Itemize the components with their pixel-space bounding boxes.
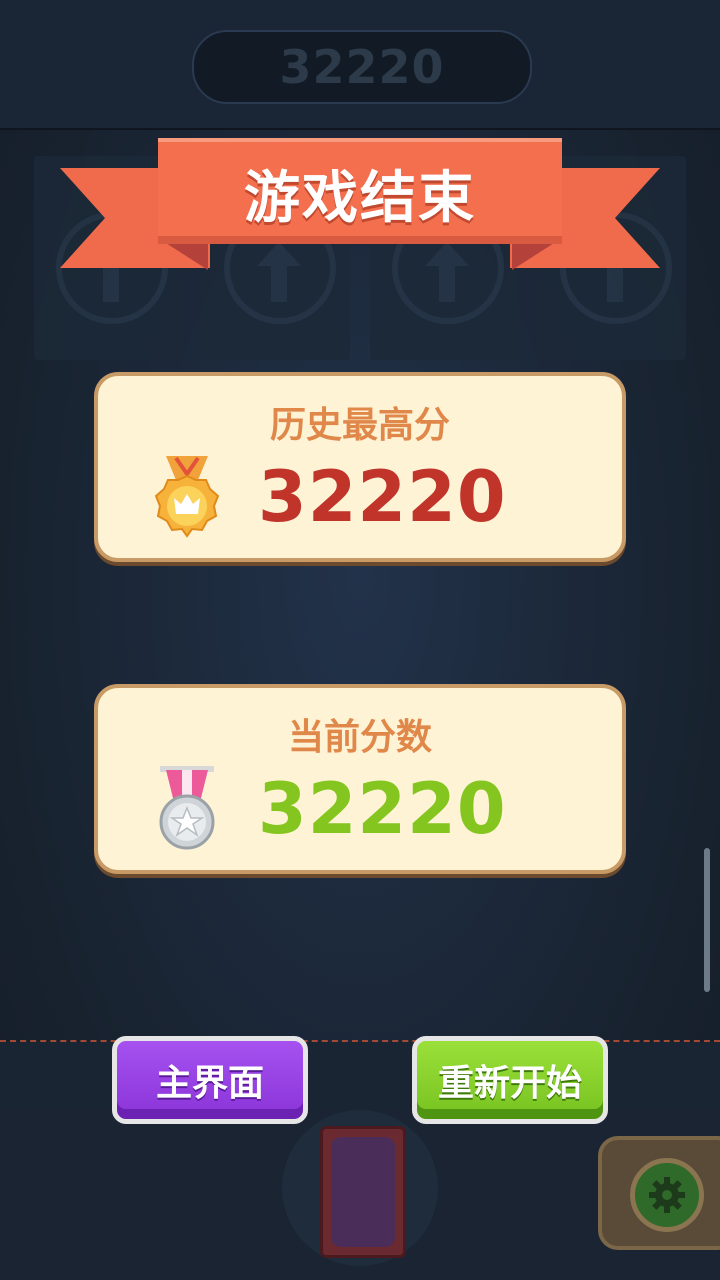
scrollbar[interactable]	[704, 848, 710, 992]
best-score-card: 历史最高分 32220	[94, 372, 626, 562]
best-score-label: 历史最高分	[269, 405, 450, 446]
up-arrow-icon	[425, 242, 469, 302]
up-arrow-icon	[257, 242, 301, 302]
restart-button[interactable]: 重新开始	[412, 1036, 608, 1124]
gold-crown-medal-icon	[154, 456, 220, 538]
current-score-card: 当前分数 32220	[94, 684, 626, 874]
home-button[interactable]: 主界面	[112, 1036, 308, 1124]
current-score-label: 当前分数	[287, 717, 432, 758]
game-over-ribbon: 游戏结束	[158, 138, 562, 244]
settings-button[interactable]	[630, 1158, 704, 1232]
gear-icon	[649, 1177, 685, 1213]
game-over-title: 游戏结束	[244, 165, 476, 231]
current-score-value: 32220	[258, 768, 507, 850]
top-bar: 32220	[0, 0, 720, 130]
dashed-divider	[0, 1040, 720, 1042]
top-score-display: 32220	[192, 30, 532, 104]
best-score-value: 32220	[258, 456, 507, 538]
card-back	[320, 1126, 406, 1258]
silver-star-medal-icon	[159, 766, 215, 850]
